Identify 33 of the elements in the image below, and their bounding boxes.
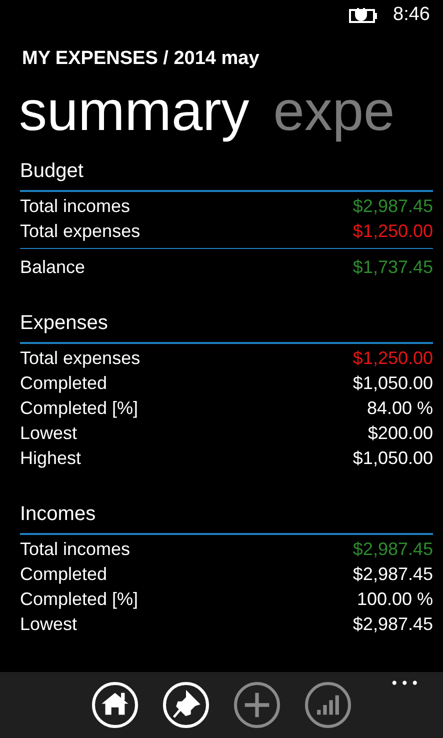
row-label: Lowest (20, 422, 78, 445)
row-label: Total incomes (20, 195, 130, 218)
pivot-header[interactable]: summary (19, 76, 250, 148)
row-value: $1,250.00 (352, 220, 433, 243)
pivot-header[interactable]: expe (273, 76, 395, 148)
row-value: 100.00 % (356, 588, 433, 611)
row-label: Total incomes (20, 538, 130, 561)
row-value: $200.00 (368, 422, 433, 445)
row-label: Completed (20, 563, 108, 586)
battery-charging-icon (349, 7, 380, 23)
row-label: Completed [%] (20, 588, 138, 611)
row-value: $2,987.45 (352, 613, 433, 636)
section-title: Incomes (20, 501, 433, 535)
app-title: MY EXPENSES / 2014 may (21, 47, 260, 71)
row-label: Completed (20, 372, 108, 395)
row-label: Completed [%] (20, 397, 138, 420)
row-label: Lowest (20, 613, 78, 636)
row-value: $1,250.00 (352, 347, 433, 370)
row-value: $1,050.00 (352, 372, 433, 395)
row-label: Total expenses (20, 220, 140, 243)
row-value: $2,987.45 (352, 563, 433, 586)
row-value: $2,987.45 (352, 538, 433, 561)
section-title: Budget (20, 158, 433, 192)
row-value: $1,737.45 (352, 256, 433, 279)
row-value: $2,987.45 (352, 195, 433, 218)
row-value: $1,050.00 (352, 447, 433, 470)
row-value: 84.00 % (366, 397, 433, 420)
clock-time: 8:46 (393, 2, 430, 27)
row-label: Balance (20, 256, 86, 279)
section-title: Expenses (20, 310, 433, 344)
row-label: Total expenses (20, 347, 140, 370)
more-button[interactable]: ••• (390, 674, 421, 695)
row-label: Highest (20, 447, 82, 470)
